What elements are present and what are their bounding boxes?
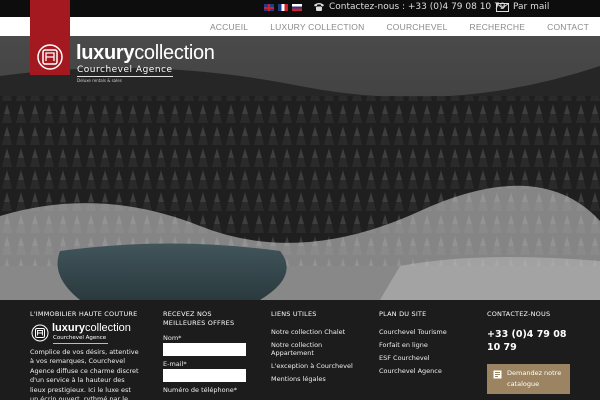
- top-mail-link[interactable]: Par mail: [496, 2, 549, 12]
- newsletter-title-line1: RECEVEZ NOS: [163, 310, 212, 318]
- name-field-label: Nom*: [163, 334, 182, 342]
- email-field-label: E-mail*: [163, 360, 187, 368]
- logo-brand-bold: luxury: [76, 42, 135, 64]
- top-contact-text: Contactez-nous : +33 (0)4 79 08 10 79: [329, 2, 506, 12]
- request-catalogue-label: Demandez notre catalogue: [507, 369, 562, 388]
- top-mail-text: Par mail: [513, 2, 550, 12]
- logo-tagline: Deluxe rentals & sales: [77, 78, 122, 83]
- footer-col-sitemap: PLAN DU SITE Courchevel Tourisme Forfait…: [379, 310, 479, 375]
- logo-subtitle: Courchevel Agence: [77, 65, 173, 75]
- nav-item-courchevel[interactable]: COURCHEVEL: [375, 22, 458, 32]
- envelope-icon: [496, 2, 509, 12]
- fr-flag-icon[interactable]: [278, 4, 288, 11]
- footer-about-title: L'IMMOBILIER HAUTE COUTURE: [30, 310, 138, 318]
- newsletter-title-line2: MEILLEURES OFFRES: [163, 319, 235, 327]
- link-mentions-legales[interactable]: Mentions légales: [271, 375, 371, 383]
- link-courchevel-agence[interactable]: Courchevel Agence: [379, 367, 479, 375]
- uk-flag-icon[interactable]: [264, 4, 274, 11]
- nav-item-luxury-collection[interactable]: LUXURY COLLECTION: [259, 22, 375, 32]
- top-contact[interactable]: Contactez-nous : +33 (0)4 79 08 10 79: [313, 2, 505, 12]
- footer-logo-brand-bold: luxury: [52, 322, 86, 334]
- main-navbar: ACCUEIL LUXURY COLLECTION COURCHEVEL REC…: [0, 17, 600, 36]
- sitemap-title: PLAN DU SITE: [379, 310, 427, 318]
- language-switcher: [264, 4, 302, 11]
- name-field[interactable]: [163, 343, 246, 356]
- link-exception-courchevel[interactable]: L'exception à Courchevel: [271, 362, 371, 370]
- phone-field-label: Numéro de téléphone*: [163, 386, 238, 394]
- footer-logo-divider: [53, 343, 108, 344]
- logo-brand-light: collection: [134, 42, 215, 64]
- footer-col-links: LIENS UTILES Notre collection Chalet Not…: [271, 310, 371, 383]
- main-nav: ACCUEIL LUXURY COLLECTION COURCHEVEL REC…: [199, 17, 600, 36]
- nav-item-recherche[interactable]: RECHERCHE: [459, 22, 537, 32]
- nav-item-contact[interactable]: CONTACT: [536, 22, 600, 32]
- request-catalogue-button[interactable]: Demandez notre catalogue: [487, 364, 570, 394]
- nav-item-accueil[interactable]: ACCUEIL: [199, 22, 259, 32]
- link-collection-appartement[interactable]: Notre collection Appartement: [271, 341, 333, 357]
- footer-col-about: L'IMMOBILIER HAUTE COUTURE: [30, 310, 137, 319]
- footer-logo-brand-light: collection: [85, 322, 131, 334]
- email-field[interactable]: [163, 369, 246, 382]
- link-collection-chalet[interactable]: Notre collection Chalet: [271, 328, 371, 336]
- phone-icon: [314, 3, 324, 11]
- useful-links-title: LIENS UTILES: [271, 310, 317, 318]
- link-esf-courchevel[interactable]: ESF Courchevel: [379, 354, 479, 362]
- top-bar: Contactez-nous : +33 (0)4 79 08 10 79 Pa…: [0, 0, 600, 17]
- link-forfait-en-ligne[interactable]: Forfait en ligne: [379, 341, 479, 349]
- footer-col-contact: CONTACTEZ-NOUS: [487, 310, 550, 319]
- link-courchevel-tourisme[interactable]: Courchevel Tourisme: [379, 328, 479, 336]
- ru-flag-icon[interactable]: [292, 4, 302, 11]
- footer-logo-subtitle: Courchevel Agence: [53, 335, 107, 341]
- footer-col-newsletter: RECEVEZ NOS MEILLEURES OFFRES Nom* E-mai…: [163, 310, 246, 394]
- catalogue-icon: [493, 370, 502, 379]
- footer-about-text: Complice de vos désirs, attentive à vos …: [30, 348, 139, 400]
- logo-wordmark[interactable]: luxurycollection: [76, 42, 215, 65]
- footer-logo-emblem-icon: [31, 324, 49, 342]
- footer-phone-number[interactable]: +33 (0)4 79 08 10 79: [487, 328, 577, 354]
- logo-divider: [77, 76, 173, 77]
- logo-emblem-icon[interactable]: [33, 43, 67, 71]
- contact-title: CONTACTEZ-NOUS: [487, 310, 551, 318]
- footer-logo-text: luxurycollection: [52, 322, 131, 334]
